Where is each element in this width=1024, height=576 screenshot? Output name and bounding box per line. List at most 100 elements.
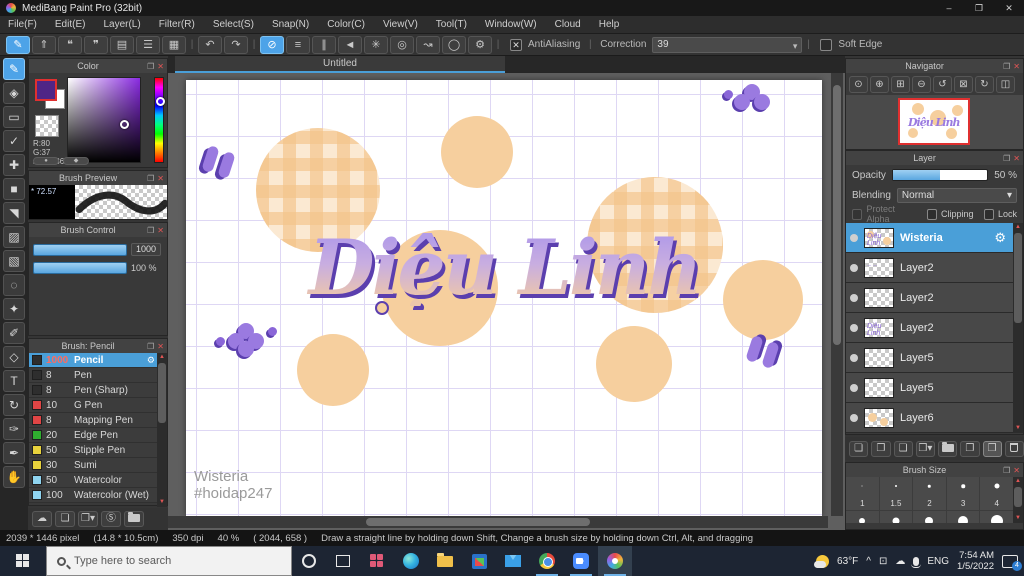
navigator-thumbnail[interactable]: Diệu Linh — [898, 98, 970, 145]
layer-row[interactable]: Diệu Linh Wisteria ⚙ — [846, 223, 1014, 253]
close-icon[interactable]: ✕ — [157, 62, 164, 71]
start-button[interactable] — [0, 546, 46, 576]
layer-folder-icon[interactable] — [938, 440, 958, 457]
brush-size-cell[interactable] — [913, 511, 947, 523]
script-brush-icon[interactable]: Ⓢ — [101, 511, 121, 527]
popout-icon[interactable]: ❐ — [147, 62, 154, 71]
canvas-horizontal-scrollbar[interactable] — [168, 516, 828, 528]
menu-window[interactable]: Window(W) — [485, 19, 537, 30]
undo-button[interactable]: ↶ — [198, 35, 222, 54]
popout-icon[interactable]: ❐ — [147, 226, 154, 235]
brush-size-slider[interactable] — [33, 243, 127, 256]
layer-row[interactable]: Diệu Linh Layer2 — [846, 313, 1014, 343]
file-explorer-icon[interactable] — [428, 546, 462, 576]
rotate-cw-icon[interactable]: ↻ — [975, 75, 994, 93]
minimize-button[interactable]: – — [934, 0, 964, 16]
popout-icon[interactable]: ❐ — [1003, 154, 1010, 163]
brush-item[interactable]: 10 G Pen — [29, 398, 159, 413]
popout-icon[interactable]: ❐ — [147, 174, 154, 183]
eyedropper-tool[interactable]: ✒ — [3, 442, 25, 464]
scroll-up-icon[interactable]: ▲ — [1013, 477, 1023, 486]
combine-layer-icon[interactable]: ❐ — [960, 440, 980, 457]
publish-icon[interactable]: ⇑ — [32, 35, 56, 54]
antialiasing-checkbox[interactable]: ✕ — [510, 38, 522, 51]
select-tool[interactable]: ▧ — [3, 250, 25, 272]
blending-select[interactable]: Normal ▾ — [896, 187, 1017, 203]
merge-layer-icon[interactable]: ❒ — [982, 440, 1002, 457]
maximize-button[interactable]: ❐ — [964, 0, 994, 16]
hidden-icons-chevron[interactable]: ^ — [866, 556, 871, 567]
layer-row[interactable]: Layer6 — [846, 403, 1014, 433]
divide-tool[interactable]: ✑ — [3, 418, 25, 440]
cortana-icon[interactable] — [292, 546, 326, 576]
scroll-down-icon[interactable]: ▼ — [1013, 424, 1023, 433]
menu-tool[interactable]: Tool(T) — [436, 19, 467, 30]
brush-item[interactable]: 50 Stipple Pen — [29, 443, 159, 458]
cells-icon[interactable]: ▦ — [162, 35, 186, 54]
scrollbar-thumb[interactable] — [158, 363, 166, 423]
snap-radial-icon[interactable]: ✳ — [364, 35, 388, 54]
popout-icon[interactable]: ❐ — [1003, 62, 1010, 71]
close-icon[interactable]: ✕ — [157, 226, 164, 235]
text-tool[interactable]: T — [3, 370, 25, 392]
brush-size-cell[interactable] — [980, 511, 1014, 523]
visibility-icon[interactable] — [850, 413, 858, 422]
brush-size-cell[interactable]: 4 — [980, 477, 1014, 511]
scroll-up-icon[interactable]: ▲ — [157, 353, 167, 362]
notification-icon[interactable]: 4 — [1002, 554, 1022, 571]
brush-item[interactable]: 1000 Pencil ⚙ — [29, 353, 159, 368]
scroll-down-icon[interactable]: ▼ — [1013, 514, 1023, 523]
brush-mode-icon[interactable]: ✎ — [6, 35, 30, 54]
popout-icon[interactable]: ❐ — [147, 342, 154, 351]
shape-brush-tool[interactable]: ▭ — [3, 106, 25, 128]
brush-item[interactable]: 8 Pen — [29, 368, 159, 383]
canvas-tab[interactable]: Untitled — [175, 56, 505, 73]
hue-cursor[interactable] — [156, 97, 165, 106]
snap-parallel-icon[interactable]: ≡ — [286, 35, 310, 54]
store-icon[interactable] — [462, 546, 496, 576]
zoom-in-icon[interactable]: ⊕ — [870, 75, 889, 93]
edge-icon[interactable] — [394, 546, 428, 576]
layer-row[interactable]: Layer5 — [846, 343, 1014, 373]
scrollbar-thumb[interactable] — [1014, 233, 1022, 323]
redo-button[interactable]: ↷ — [224, 35, 248, 54]
brush-size-cell[interactable]: 1.5 — [879, 477, 914, 511]
language-indicator[interactable]: ENG — [927, 556, 949, 567]
gear-icon[interactable]: ⚙ — [147, 355, 155, 366]
brush-list-scrollbar[interactable]: ▲ ▼ — [157, 353, 167, 507]
close-icon[interactable]: ✕ — [157, 342, 164, 351]
microphone-icon[interactable] — [911, 556, 922, 568]
list-panel-icon[interactable]: ☰ — [136, 35, 160, 54]
sv-cursor[interactable] — [120, 120, 129, 129]
brush-item[interactable]: 8 Mapping Pen — [29, 413, 159, 428]
cloud-upload-icon[interactable]: ☁ — [32, 511, 52, 527]
close-icon[interactable]: ✕ — [1013, 154, 1020, 163]
brush-item[interactable]: 8 Pen (Sharp) — [29, 383, 159, 398]
menu-view[interactable]: View(V) — [383, 19, 418, 30]
document-icon[interactable]: ▤ — [110, 35, 134, 54]
brush-item[interactable]: 20 Edge Pen — [29, 428, 159, 443]
clock[interactable]: 7:54 AM 1/5/2022 — [957, 550, 994, 572]
brush-size-cell[interactable]: 2 — [913, 477, 947, 511]
gradient-tool[interactable]: ▨ — [3, 226, 25, 248]
onedrive-icon[interactable]: ☁ — [895, 556, 905, 567]
duplicate-layer-icon[interactable]: ❐ — [871, 440, 891, 457]
add-layer-menu-icon[interactable]: ❒▾ — [915, 440, 935, 457]
soft-edge-checkbox[interactable]: . — [820, 38, 833, 51]
visibility-icon[interactable] — [850, 353, 858, 362]
layer-row[interactable]: Layer5 — [846, 373, 1014, 403]
lasso-tool[interactable]: ◌ — [3, 274, 25, 296]
visibility-icon[interactable] — [850, 263, 858, 272]
temperature[interactable]: 63°F — [837, 556, 858, 567]
zoom-app-icon[interactable] — [564, 546, 598, 576]
visibility-icon[interactable] — [850, 383, 858, 392]
menu-filter[interactable]: Filter(R) — [159, 19, 195, 30]
close-icon[interactable]: ✕ — [1013, 62, 1020, 71]
saturation-value-picker[interactable] — [67, 77, 141, 163]
zoom-out-icon[interactable]: ⊖ — [912, 75, 931, 93]
task-view-icon[interactable] — [326, 546, 360, 576]
popout-icon[interactable]: ❐ — [1003, 466, 1010, 475]
snap-concentric-icon[interactable]: ◎ — [390, 35, 414, 54]
fill-rect-tool[interactable]: ■ — [3, 178, 25, 200]
eraser-tool[interactable]: ◈ — [3, 82, 25, 104]
